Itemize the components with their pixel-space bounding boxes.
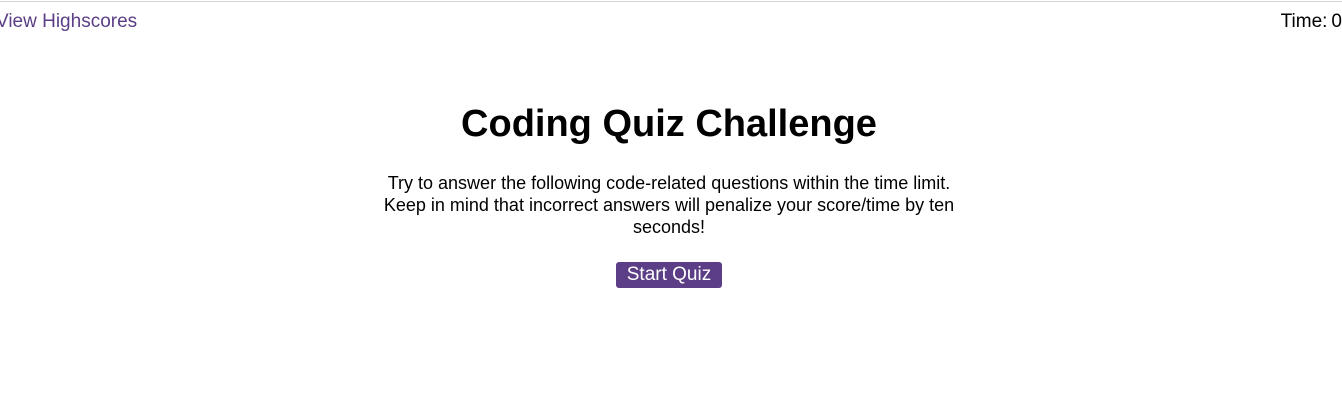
start-quiz-button[interactable]: Start Quiz [616,262,722,288]
quiz-description: Try to answer the following code-related… [383,173,955,237]
timer: Time: 0 [1281,11,1342,33]
timer-value: 0 [1331,11,1342,32]
header-bar: View Highscores Time: 0 [0,0,1342,44]
page-title: Coding Quiz Challenge [461,103,877,145]
timer-label: Time: [1280,11,1328,32]
view-highscores-link[interactable]: View Highscores [0,11,137,33]
